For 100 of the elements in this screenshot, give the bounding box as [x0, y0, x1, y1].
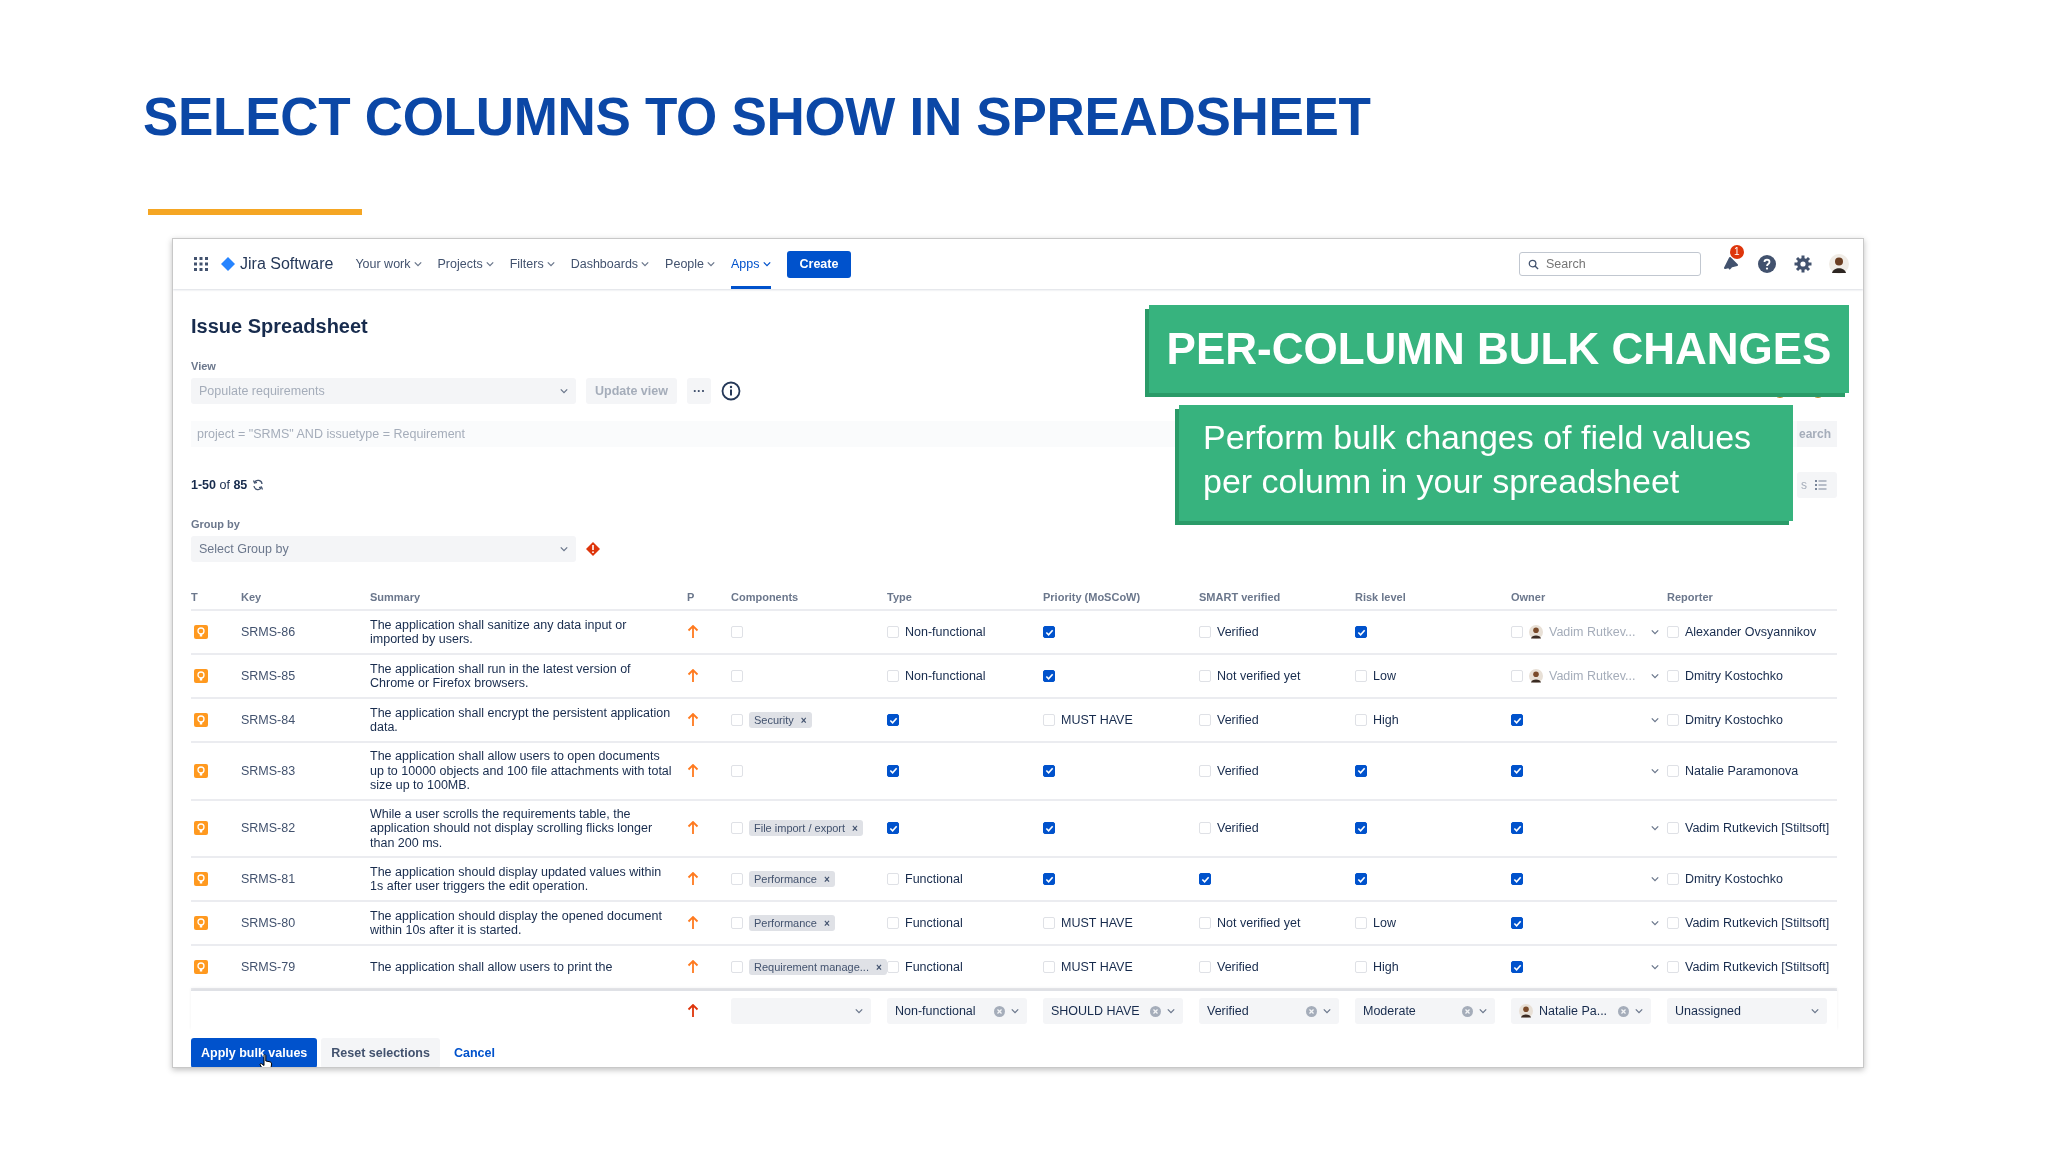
column-header[interactable]: Summary — [370, 591, 421, 603]
checkbox[interactable] — [1511, 961, 1523, 973]
field-value: Verified — [1217, 763, 1259, 778]
bulk-value-select[interactable]: Unassigned — [1667, 998, 1827, 1024]
bulk-value-select[interactable]: Natalie Pa... — [1511, 998, 1651, 1024]
checkbox[interactable] — [1511, 873, 1523, 885]
cancel-link[interactable]: Cancel — [443, 1046, 505, 1060]
checkbox[interactable] — [1511, 714, 1523, 726]
field-value: Verified — [1217, 625, 1259, 639]
column-header[interactable]: Components — [731, 591, 799, 603]
checkbox[interactable] — [1511, 764, 1523, 777]
reporter-name: Natalie Paramonova — [1685, 763, 1799, 778]
group-by-select[interactable]: Select Group by — [191, 536, 576, 562]
field-label: Group by — [191, 518, 241, 530]
chevron-down-icon — [1651, 716, 1659, 724]
bulk-value-select[interactable]: Non-functional — [887, 998, 1027, 1024]
column-header[interactable]: Key — [241, 591, 262, 603]
bulk-value-select[interactable]: Verified — [1199, 998, 1339, 1024]
create-button[interactable]: Create — [786, 250, 852, 278]
issue-key[interactable]: SRMS-84 — [241, 713, 296, 727]
column-header[interactable]: Reporter — [1667, 591, 1713, 603]
checkbox[interactable] — [1355, 822, 1367, 835]
issue-key[interactable]: SRMS-83 — [241, 763, 296, 778]
checkbox[interactable] — [1043, 764, 1055, 777]
checkbox[interactable] — [887, 822, 899, 835]
chevron-down-icon — [1651, 628, 1659, 636]
column-header[interactable]: Risk level — [1355, 591, 1406, 603]
checkbox[interactable] — [1511, 917, 1523, 929]
notification-badge: 1 — [1730, 245, 1744, 259]
remove-tag-button[interactable]: × — [824, 873, 830, 885]
checkbox[interactable] — [887, 764, 899, 777]
arrow-up-icon — [687, 625, 699, 639]
issue-key[interactable]: SRMS-81 — [241, 872, 296, 886]
chevron-down-icon — [413, 260, 422, 268]
apply-button[interactable]: Apply bulk values — [191, 1038, 318, 1067]
remove-tag-button[interactable]: × — [875, 961, 882, 973]
nav-menu-item[interactable]: Apps — [731, 239, 771, 289]
column-header[interactable]: Priority (MoSCoW) — [1043, 591, 1141, 603]
field-value: Verified — [1217, 821, 1259, 836]
refresh-icon[interactable] — [252, 479, 265, 491]
chevron-down-icon — [546, 260, 555, 268]
remove-tag-button[interactable]: × — [852, 822, 858, 834]
app-grid-icon[interactable] — [193, 256, 209, 272]
field-value: High — [1373, 713, 1399, 727]
clear-icon[interactable] — [1618, 1005, 1629, 1017]
issue-key[interactable]: SRMS-85 — [241, 669, 296, 683]
checkbox[interactable] — [1043, 626, 1055, 638]
checkbox[interactable] — [1355, 873, 1367, 885]
help-icon[interactable] — [1757, 254, 1777, 274]
bulk-value-select[interactable]: Moderate — [1355, 998, 1495, 1024]
chevron-down-icon — [1651, 963, 1659, 971]
issue-key[interactable]: SRMS-82 — [241, 821, 296, 836]
chevron-down-icon — [560, 387, 568, 395]
checkbox[interactable] — [1043, 670, 1055, 682]
checkbox[interactable] — [1355, 764, 1367, 777]
chevron-down-icon — [1011, 1007, 1019, 1015]
chevron-down-icon — [1651, 672, 1659, 680]
column-header[interactable]: Type — [887, 591, 912, 603]
remove-tag-button[interactable]: × — [800, 714, 807, 726]
info-icon[interactable] — [721, 381, 742, 401]
issue-key[interactable]: SRMS-79 — [241, 960, 296, 974]
component-tag: File import / export × — [749, 820, 863, 837]
field-value: Low — [1373, 916, 1396, 930]
issue-key[interactable]: SRMS-80 — [241, 916, 296, 930]
field-value: Low — [1373, 669, 1396, 683]
page-title: Issue Spreadsheet — [191, 315, 369, 338]
clear-icon[interactable] — [1306, 1005, 1317, 1017]
chevron-down-icon — [1651, 766, 1659, 775]
clear-icon[interactable] — [1462, 1005, 1473, 1017]
chevron-down-icon — [707, 260, 716, 268]
avatar-icon — [1529, 625, 1543, 639]
nav-menu-item[interactable]: People — [665, 239, 716, 289]
nav-menu-item[interactable]: Projects — [437, 239, 494, 289]
checkbox[interactable] — [1199, 873, 1211, 885]
nav-menu-item[interactable]: Dashboards — [570, 239, 650, 289]
column-header[interactable]: Owner — [1511, 591, 1546, 603]
reset-button[interactable]: Reset selections — [321, 1038, 440, 1067]
clear-icon[interactable] — [1150, 1005, 1161, 1017]
field-value: Not verified yet — [1217, 669, 1301, 683]
checkbox[interactable] — [1355, 626, 1367, 638]
search-field[interactable]: Search — [1519, 252, 1701, 276]
product-name[interactable]: Jira Software — [240, 255, 334, 273]
more-button[interactable]: ··· — [686, 378, 712, 404]
bulk-value-select[interactable]: SHOULD HAVE — [1043, 998, 1183, 1024]
checkbox[interactable] — [887, 714, 899, 726]
bulk-value-select[interactable] — [731, 998, 871, 1024]
column-header[interactable]: SMART verified — [1199, 591, 1281, 603]
column-header[interactable]: T — [191, 591, 198, 603]
issue-key[interactable]: SRMS-86 — [241, 625, 296, 639]
column-header[interactable]: P — [687, 591, 695, 603]
checkbox[interactable] — [1511, 822, 1523, 835]
remove-tag-button[interactable]: × — [824, 917, 830, 929]
avatar-icon[interactable] — [1829, 254, 1849, 274]
nav-menu-item[interactable]: Filters — [509, 239, 555, 289]
chevron-down-icon — [485, 260, 494, 268]
checkbox[interactable] — [1043, 822, 1055, 835]
clear-icon[interactable] — [994, 1005, 1005, 1017]
field-value: Functional — [905, 872, 963, 886]
nav-menu-item[interactable]: Your work — [355, 239, 422, 289]
checkbox[interactable] — [1043, 873, 1055, 885]
